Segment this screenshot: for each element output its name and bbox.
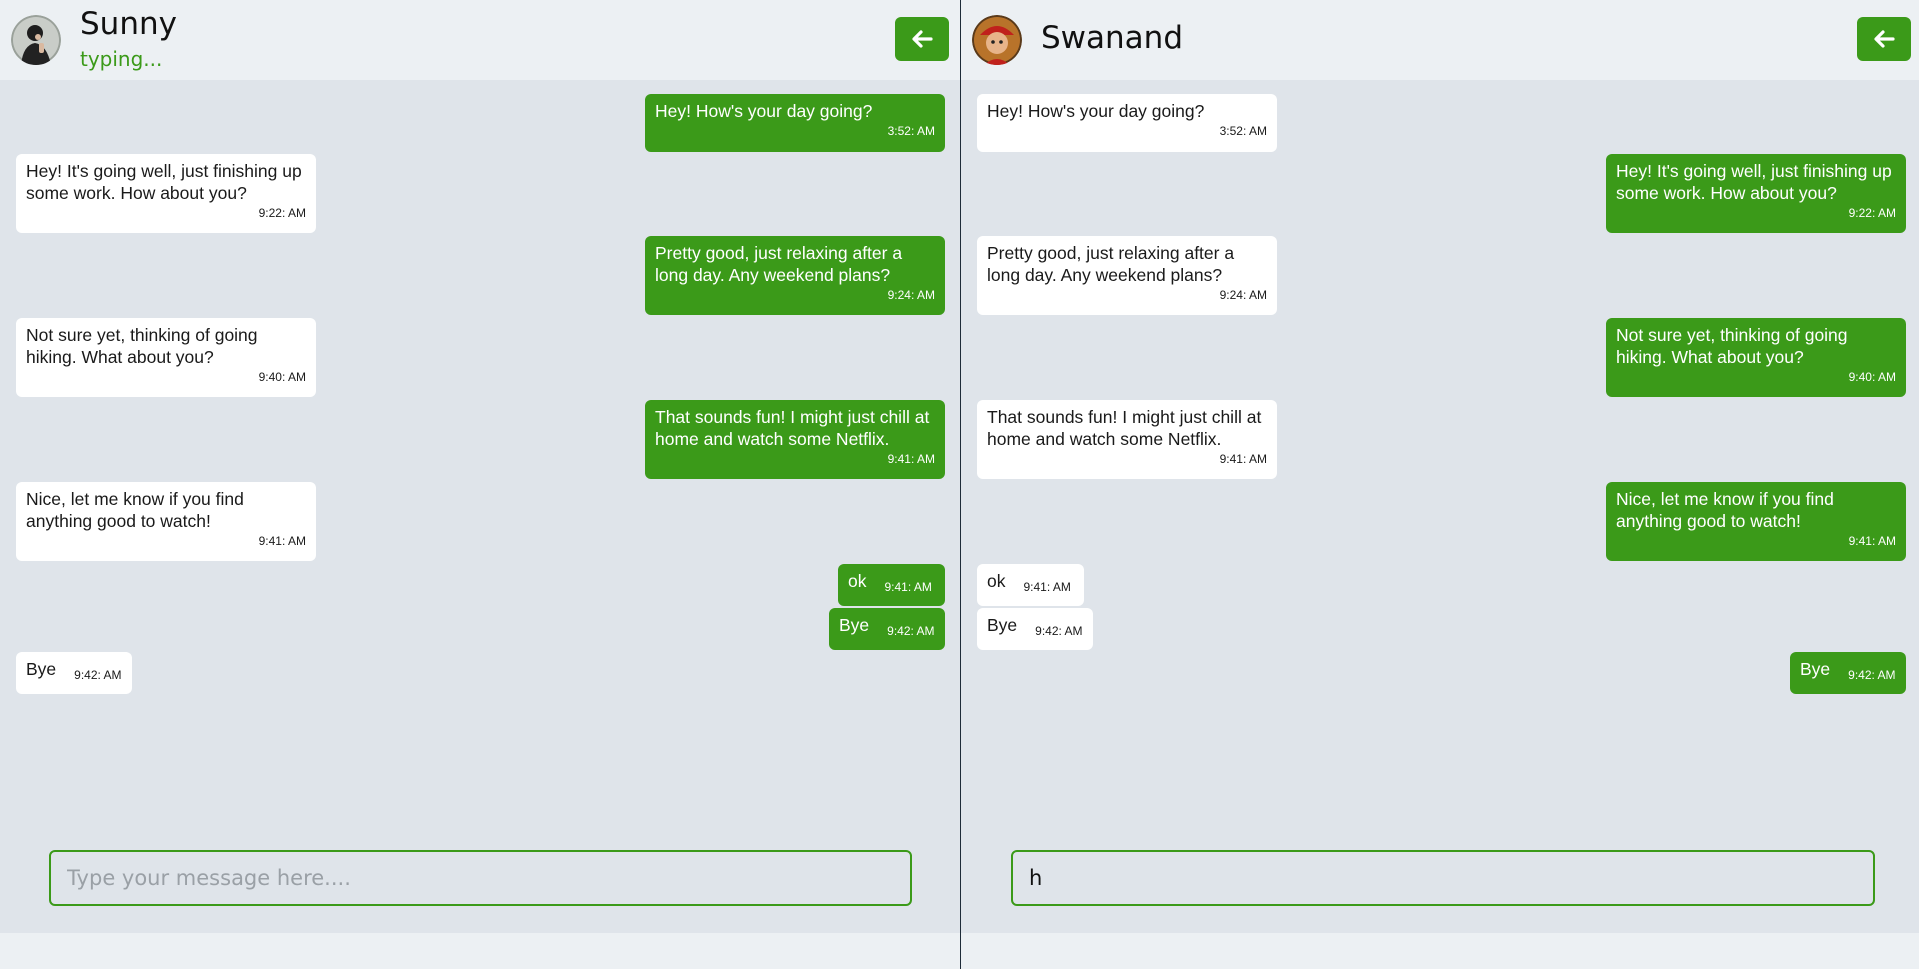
message-text: Hey! How's your day going? [655,101,873,121]
message-bubble[interactable]: Pretty good, just relaxing after a long … [977,236,1277,315]
message-composer [0,850,960,969]
message-text: That sounds fun! I might just chill at h… [655,407,930,449]
message-text: Not sure yet, thinking of going hiking. … [1616,325,1848,367]
message-time: 9:22: AM [258,206,306,220]
message-bubble[interactable]: Not sure yet, thinking of going hiking. … [16,318,316,397]
back-button[interactable] [895,17,949,61]
message-time: 9:41: AM [884,580,932,594]
message-text: Hey! How's your day going? [987,101,1205,121]
message-time: 3:52: AM [887,124,935,138]
message-bubble[interactable]: Pretty good, just relaxing after a long … [645,236,945,315]
chat-panel-sunny: Sunny typing... Hey! How's your day goin… [0,0,960,969]
message-bubble[interactable]: Not sure yet, thinking of going hiking. … [1606,318,1906,397]
chat-header: Swanand [961,0,1919,80]
chat-header: Sunny typing... [0,0,960,80]
message-text: Bye [839,615,870,635]
footer-strip [0,933,960,969]
message-bubble[interactable]: That sounds fun! I might just chill at h… [977,400,1277,479]
message-bubble[interactable]: Bye 9:42: AM [16,652,132,694]
message-time: 9:42: AM [1035,624,1083,638]
message-time: 9:41: AM [1848,534,1896,548]
arrow-left-icon [912,30,933,48]
message-input[interactable] [1011,850,1875,906]
message-time: 9:22: AM [1848,206,1896,220]
avatar[interactable] [972,15,1022,65]
message-bubble[interactable]: Hey! How's your day going? 3:52: AM [645,94,945,152]
message-text: Nice, let me know if you find anything g… [26,489,244,531]
avatar-swanand-image [972,15,1022,65]
message-time: 9:41: AM [1219,452,1267,466]
message-composer [961,850,1919,969]
arrow-left-icon [1874,30,1895,48]
message-list: Hey! How's your day going? 3:52: AM Hey!… [961,80,1919,920]
message-text: Bye [26,659,57,679]
message-bubble[interactable]: Nice, let me know if you find anything g… [16,482,316,561]
message-time: 9:40: AM [258,370,306,384]
contact-name: Sunny [80,6,177,42]
avatar-sunny-image [11,15,61,65]
message-bubble[interactable]: That sounds fun! I might just chill at h… [645,400,945,479]
message-bubble[interactable]: ok 9:41: AM [838,564,945,606]
message-time: 9:41: AM [258,534,306,548]
message-bubble[interactable]: ok 9:41: AM [977,564,1084,606]
chat-panel-swanand: Swanand Hey! How's your day going? 3:52:… [961,0,1919,969]
message-bubble[interactable]: Hey! How's your day going? 3:52: AM [977,94,1277,152]
message-text: Bye [1800,659,1831,679]
message-bubble[interactable]: Bye 9:42: AM [977,608,1093,650]
message-bubble[interactable]: Nice, let me know if you find anything g… [1606,482,1906,561]
message-bubble[interactable]: Hey! It's going well, just finishing up … [1606,154,1906,233]
message-text: Hey! It's going well, just finishing up … [26,161,302,203]
message-bubble[interactable]: Hey! It's going well, just finishing up … [16,154,316,233]
message-time: 9:42: AM [887,624,935,638]
message-time: 9:24: AM [887,288,935,302]
back-button[interactable] [1857,17,1911,61]
message-text: Not sure yet, thinking of going hiking. … [26,325,258,367]
message-bubble[interactable]: Bye 9:42: AM [1790,652,1906,694]
message-text: Hey! It's going well, just finishing up … [1616,161,1892,203]
message-time: 9:42: AM [74,668,122,682]
message-time: 3:52: AM [1219,124,1267,138]
footer-strip [961,933,1919,969]
message-text: That sounds fun! I might just chill at h… [987,407,1262,449]
message-time: 9:41: AM [887,452,935,466]
message-text: Pretty good, just relaxing after a long … [987,243,1235,285]
message-text: ok [848,571,867,591]
message-time: 9:41: AM [1023,580,1071,594]
contact-name: Swanand [1041,20,1183,56]
avatar[interactable] [11,15,61,65]
message-bubble[interactable]: Bye 9:42: AM [829,608,945,650]
message-time: 9:24: AM [1219,288,1267,302]
message-text: Nice, let me know if you find anything g… [1616,489,1834,531]
typing-status: typing... [80,47,163,71]
message-list: Hey! How's your day going? 3:52: AM Hey!… [0,80,960,920]
message-time: 9:40: AM [1848,370,1896,384]
chat-screen: Sunny typing... Hey! How's your day goin… [0,0,1919,969]
message-text: ok [987,571,1006,591]
message-text: Pretty good, just relaxing after a long … [655,243,903,285]
message-text: Bye [987,615,1018,635]
message-input[interactable] [49,850,912,906]
message-time: 9:42: AM [1848,668,1896,682]
